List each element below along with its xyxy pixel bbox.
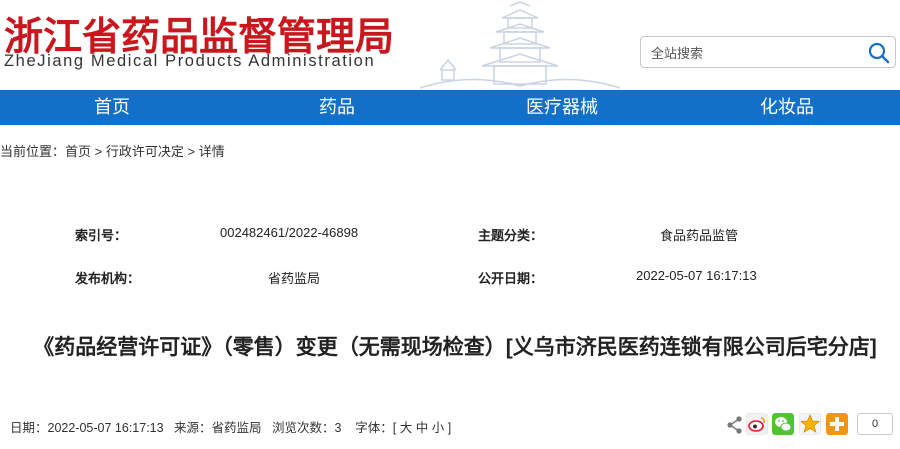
breadcrumb-separator: > bbox=[183, 144, 199, 159]
topic-label: 主题分类： bbox=[478, 228, 544, 243]
site-title-en: ZheJiang Medical Products Administration bbox=[4, 52, 376, 70]
font-small-button[interactable]: 小 bbox=[432, 421, 445, 435]
nav-item-cosmetics[interactable]: 化妆品 bbox=[727, 90, 847, 125]
nav-item-devices[interactable]: 医疗器械 bbox=[502, 90, 622, 125]
breadcrumb-current: 详情 bbox=[198, 144, 225, 159]
nav-item-drugs[interactable]: 药品 bbox=[277, 90, 397, 125]
breadcrumb-home[interactable]: 首页 bbox=[65, 144, 91, 159]
breadcrumb-prefix: 当前位置： bbox=[0, 144, 66, 159]
font-large-button[interactable]: 大 bbox=[400, 421, 413, 435]
topic-value: 食品药品监管 bbox=[660, 228, 739, 243]
article-title: 《药品经营许可证》（零售）变更（无需现场检查）[义乌市济民医药连锁有限公司后宅分… bbox=[33, 336, 877, 359]
search-box bbox=[640, 36, 896, 68]
breadcrumb-separator: > bbox=[91, 144, 106, 159]
font-size-label: 字体：[ bbox=[355, 421, 397, 435]
font-medium-button[interactable]: 中 bbox=[416, 421, 429, 435]
search-input[interactable] bbox=[649, 41, 863, 65]
more-icon[interactable] bbox=[826, 413, 848, 435]
info-views: 浏览次数：3 bbox=[271, 421, 342, 435]
site-header: 浙江省药品监督管理局 ZheJiang Medical Products Adm… bbox=[0, 0, 900, 90]
nav-item-home[interactable]: 首页 bbox=[52, 90, 172, 125]
index-label: 索引号： bbox=[75, 228, 128, 243]
org-value: 省药监局 bbox=[268, 271, 321, 286]
info-date: 日期：2022-05-07 16:17:13 bbox=[10, 421, 164, 435]
org-label: 发布机构： bbox=[75, 271, 141, 286]
article-info: 日期：2022-05-07 16:17:13 来源：省药监局 浏览次数：3 字体… bbox=[10, 417, 451, 436]
share-icon[interactable] bbox=[725, 413, 745, 437]
font-size-bracket: ] bbox=[447, 421, 452, 435]
index-value: 002482461/2022-46898 bbox=[220, 225, 359, 240]
search-icon[interactable] bbox=[867, 41, 891, 65]
share-count: 0 bbox=[857, 413, 893, 435]
date-value: 2022-05-07 16:17:13 bbox=[636, 268, 757, 283]
breadcrumb-admin-license[interactable]: 行政许可决定 bbox=[106, 144, 184, 159]
pagoda-watermark-icon bbox=[419, 1, 621, 89]
info-source: 来源：省药监局 bbox=[174, 421, 262, 435]
breadcrumb: 当前位置：首页 > 行政许可决定 > 详情 bbox=[0, 141, 225, 160]
date-label: 公开日期： bbox=[478, 271, 544, 286]
main-nav: 首页 药品 医疗器械 化妆品 bbox=[0, 90, 900, 125]
qzone-icon[interactable] bbox=[799, 413, 821, 435]
weibo-icon[interactable] bbox=[746, 413, 768, 435]
wechat-icon[interactable] bbox=[772, 413, 794, 435]
